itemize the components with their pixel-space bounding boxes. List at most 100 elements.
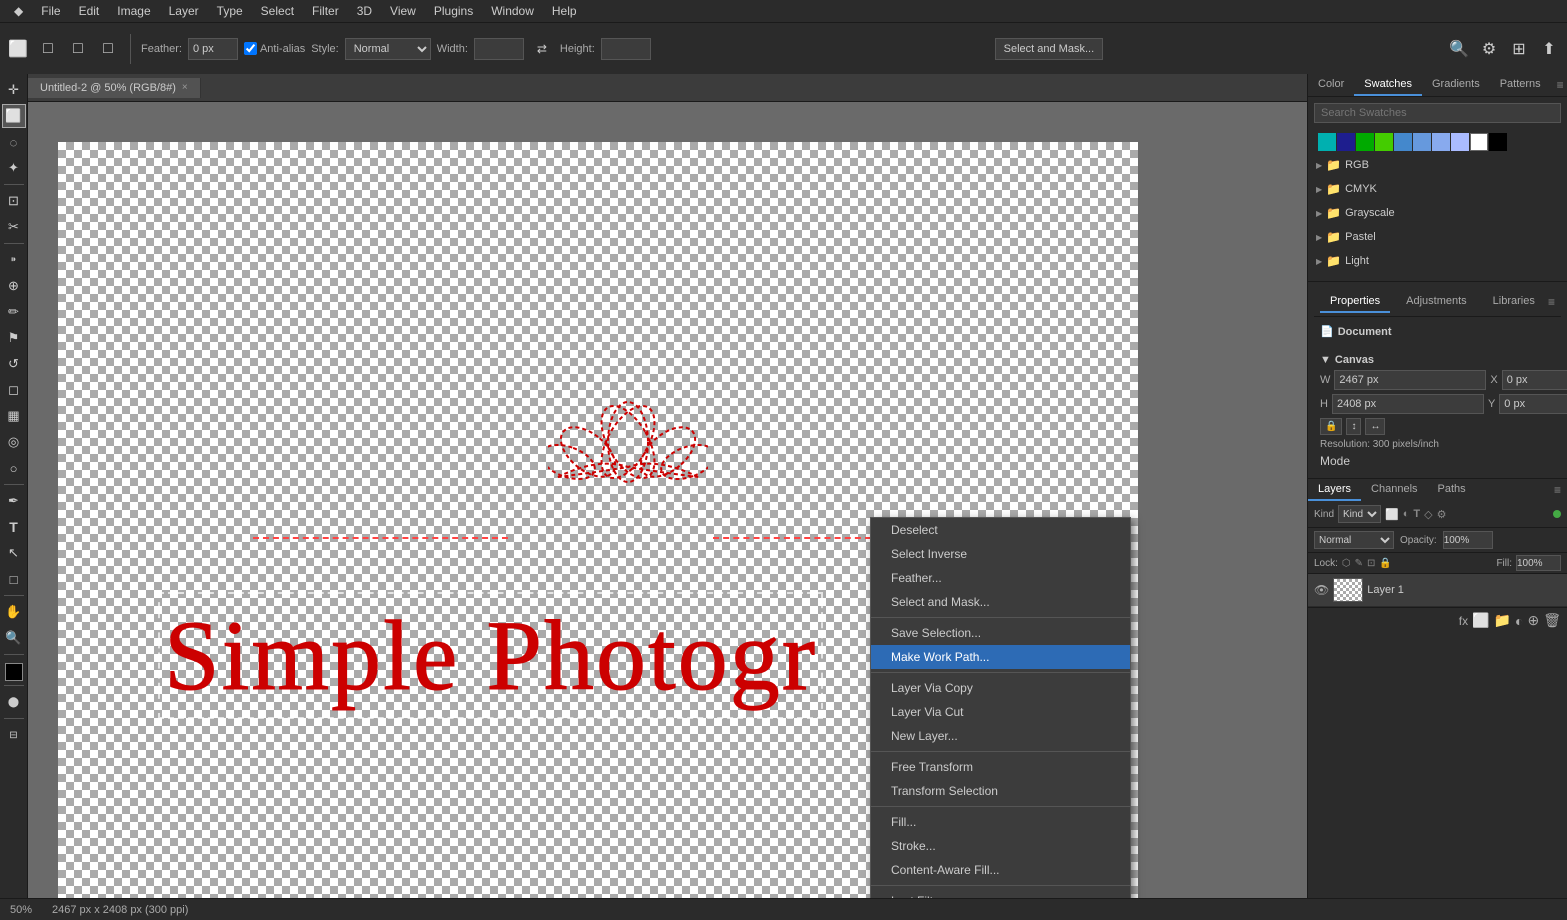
height-input[interactable] [601,38,651,60]
layer-visibility-icon[interactable]: 👁 [1314,583,1329,597]
crop-tool[interactable]: ⊡ [2,189,26,213]
menu-ps[interactable]: ◆ [6,2,31,20]
tab-gradients[interactable]: Gradients [1422,74,1490,96]
filter-icon-pixel[interactable]: ⬜ [1385,508,1399,521]
swatch-teal[interactable] [1318,133,1336,151]
blur-tool[interactable]: ◎ [2,430,26,454]
menu-type[interactable]: Type [209,2,251,20]
tab-color[interactable]: Color [1308,74,1354,96]
lock-position-icon[interactable]: ✎ [1355,558,1363,569]
blend-mode-select[interactable]: Normal [1314,531,1394,549]
portrait-btn[interactable]: ↕ [1346,418,1361,435]
ctx-transform-selection[interactable]: Transform Selection [871,779,1130,803]
screen-mode-icon[interactable]: ⊟ [2,723,26,747]
canvas-content[interactable]: Simple Photogr Deselect Select Inverse F… [28,102,1307,898]
menu-image[interactable]: Image [109,2,158,20]
create-group-btn[interactable]: 📁 [1494,612,1511,629]
kind-select[interactable]: Kind [1338,505,1381,523]
swatch-green2[interactable] [1375,133,1393,151]
foreground-color[interactable] [5,663,23,681]
canvas-h-input[interactable] [1332,394,1484,414]
add-selection-icon[interactable]: □ [36,37,60,61]
menu-view[interactable]: View [382,2,424,20]
canvas-x-input[interactable] [1502,370,1567,390]
menu-help[interactable]: Help [544,2,585,20]
anti-alias-checkbox[interactable] [244,42,257,55]
settings-icon[interactable]: ⚙ [1477,37,1501,61]
ctx-content-aware-fill[interactable]: Content-Aware Fill... [871,858,1130,882]
opacity-input[interactable] [1443,531,1493,549]
menu-3d[interactable]: 3D [349,2,380,20]
selection-tool[interactable]: ⬜ [2,104,26,128]
tab-paths[interactable]: Paths [1428,479,1476,501]
fill-input[interactable] [1516,555,1561,571]
tab-properties[interactable]: Properties [1320,291,1390,313]
style-select[interactable]: Normal Fixed Ratio Fixed Size [345,38,431,60]
menu-edit[interactable]: Edit [71,2,108,20]
menu-select[interactable]: Select [253,2,302,20]
swatch-blue2[interactable] [1413,133,1431,151]
layers-menu-icon[interactable]: ≡ [1548,479,1567,501]
swatch-group-cmyk-header[interactable]: ▶ 📁 CMYK [1314,179,1561,199]
tab-libraries[interactable]: Libraries [1483,291,1545,313]
lasso-tool[interactable]: ◌ [2,130,26,154]
swatch-group-pastel-header[interactable]: ▶ 📁 Pastel [1314,227,1561,247]
ctx-stroke[interactable]: Stroke... [871,834,1130,858]
swatch-black[interactable] [1489,133,1507,151]
select-and-mask-button[interactable]: Select and Mask... [995,38,1104,60]
menu-layer[interactable]: Layer [161,2,207,20]
landscape-btn[interactable]: ↔ [1365,418,1385,435]
ctx-fill[interactable]: Fill... [871,810,1130,834]
swatch-white[interactable] [1470,133,1488,151]
lock-aspect-btn[interactable]: 🔒 [1320,418,1342,435]
tab-adjustments[interactable]: Adjustments [1396,291,1477,313]
menu-file[interactable]: File [33,2,68,20]
eraser-tool[interactable]: ◻ [2,378,26,402]
subtract-selection-icon[interactable]: □ [66,37,90,61]
clone-stamp-tool[interactable]: ⚑ [2,326,26,350]
canvas-y-input[interactable] [1499,394,1567,414]
path-selection-tool[interactable]: ↖ [2,541,26,565]
search-icon[interactable]: 🔍 [1447,37,1471,61]
filter-icon-shape[interactable]: ◇ [1424,508,1432,521]
type-tool[interactable]: T [2,515,26,539]
lock-pixels-icon[interactable]: ⬡ [1342,558,1351,569]
intersect-selection-icon[interactable]: □ [96,37,120,61]
ctx-last-filter[interactable]: Last Filter [871,889,1130,898]
zoom-tool-left[interactable]: 🔍 [2,626,26,650]
ctx-select-mask[interactable]: Select and Mask... [871,590,1130,614]
slice-tool[interactable]: ✂ [2,215,26,239]
feather-input[interactable] [188,38,238,60]
swatch-group-light-header[interactable]: ▶ 📁 Light [1314,251,1561,271]
swatches-search[interactable] [1314,103,1561,123]
quick-mask-icon[interactable]: ⬤ [2,690,26,714]
gradient-tool[interactable]: ▦ [2,404,26,428]
panel-options-icon[interactable]: ≡ [1551,74,1567,96]
eyedropper-tool[interactable]: ⁍ [2,248,26,272]
filter-icon-adjust[interactable]: ◐ [1403,508,1410,520]
swatch-darkblue[interactable] [1337,133,1355,151]
tab-channels[interactable]: Channels [1361,479,1427,501]
tab-layers[interactable]: Layers [1308,479,1361,501]
dodge-tool[interactable]: ○ [2,456,26,480]
ctx-layer-via-cut[interactable]: Layer Via Cut [871,700,1130,724]
lock-all-icon[interactable]: 🔒 [1379,558,1391,569]
ctx-deselect[interactable]: Deselect [871,518,1130,542]
swatch-lightblue[interactable] [1451,133,1469,151]
tab-patterns[interactable]: Patterns [1490,74,1551,96]
shape-tool[interactable]: □ [2,567,26,591]
ctx-select-inverse[interactable]: Select Inverse [871,542,1130,566]
ctx-feather[interactable]: Feather... [871,566,1130,590]
ctx-free-transform[interactable]: Free Transform [871,755,1130,779]
swatch-group-grayscale-header[interactable]: ▶ 📁 Grayscale [1314,203,1561,223]
add-mask-btn[interactable]: ⬜ [1472,612,1489,629]
tab-close-button[interactable]: × [182,82,188,93]
brush-tool[interactable]: ✏ [2,300,26,324]
swatch-blue1[interactable] [1394,133,1412,151]
selection-mode-icon[interactable]: ⬜ [6,37,30,61]
ctx-make-work-path[interactable]: Make Work Path... [871,645,1130,669]
canvas-w-input[interactable] [1334,370,1486,390]
swatch-green1[interactable] [1356,133,1374,151]
properties-menu-icon[interactable]: ≡ [1548,295,1555,309]
ctx-new-layer[interactable]: New Layer... [871,724,1130,748]
